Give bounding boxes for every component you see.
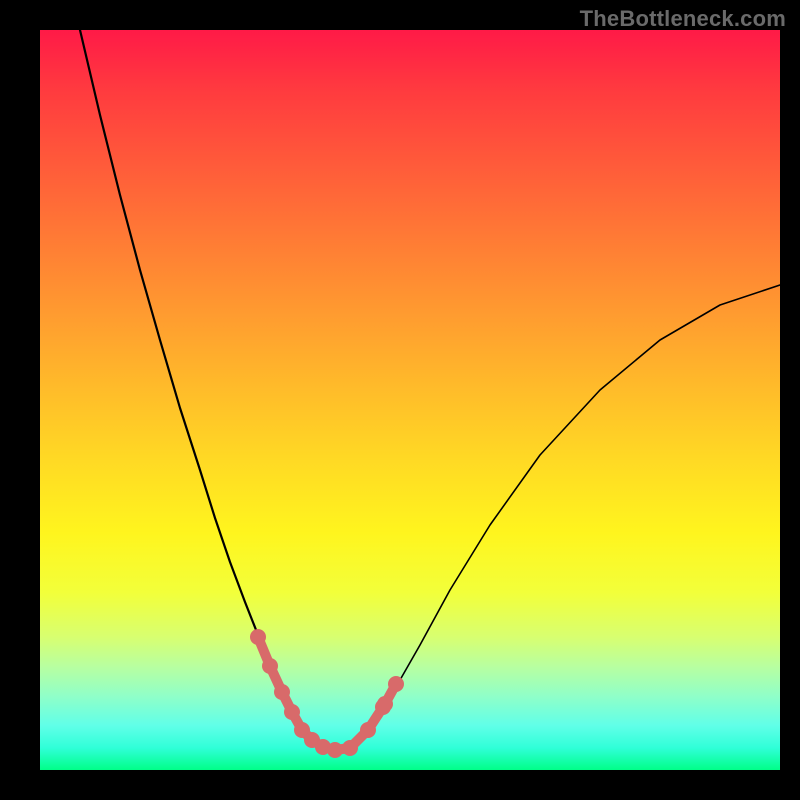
highlight-markers xyxy=(250,629,404,758)
highlight-dot xyxy=(377,696,393,712)
chart-frame: TheBottleneck.com xyxy=(0,0,800,800)
curve-left xyxy=(80,30,340,750)
curve-right xyxy=(340,285,780,750)
highlight-dot xyxy=(342,740,358,756)
plot-area xyxy=(40,30,780,770)
curve-svg xyxy=(40,30,780,770)
highlight-dot xyxy=(388,676,404,692)
highlight-dot xyxy=(250,629,266,645)
highlight-dot xyxy=(360,722,376,738)
highlight-dot xyxy=(284,704,300,720)
highlight-dot xyxy=(327,742,343,758)
watermark-text: TheBottleneck.com xyxy=(580,6,786,32)
highlight-dot xyxy=(274,684,290,700)
highlight-dot xyxy=(262,658,278,674)
